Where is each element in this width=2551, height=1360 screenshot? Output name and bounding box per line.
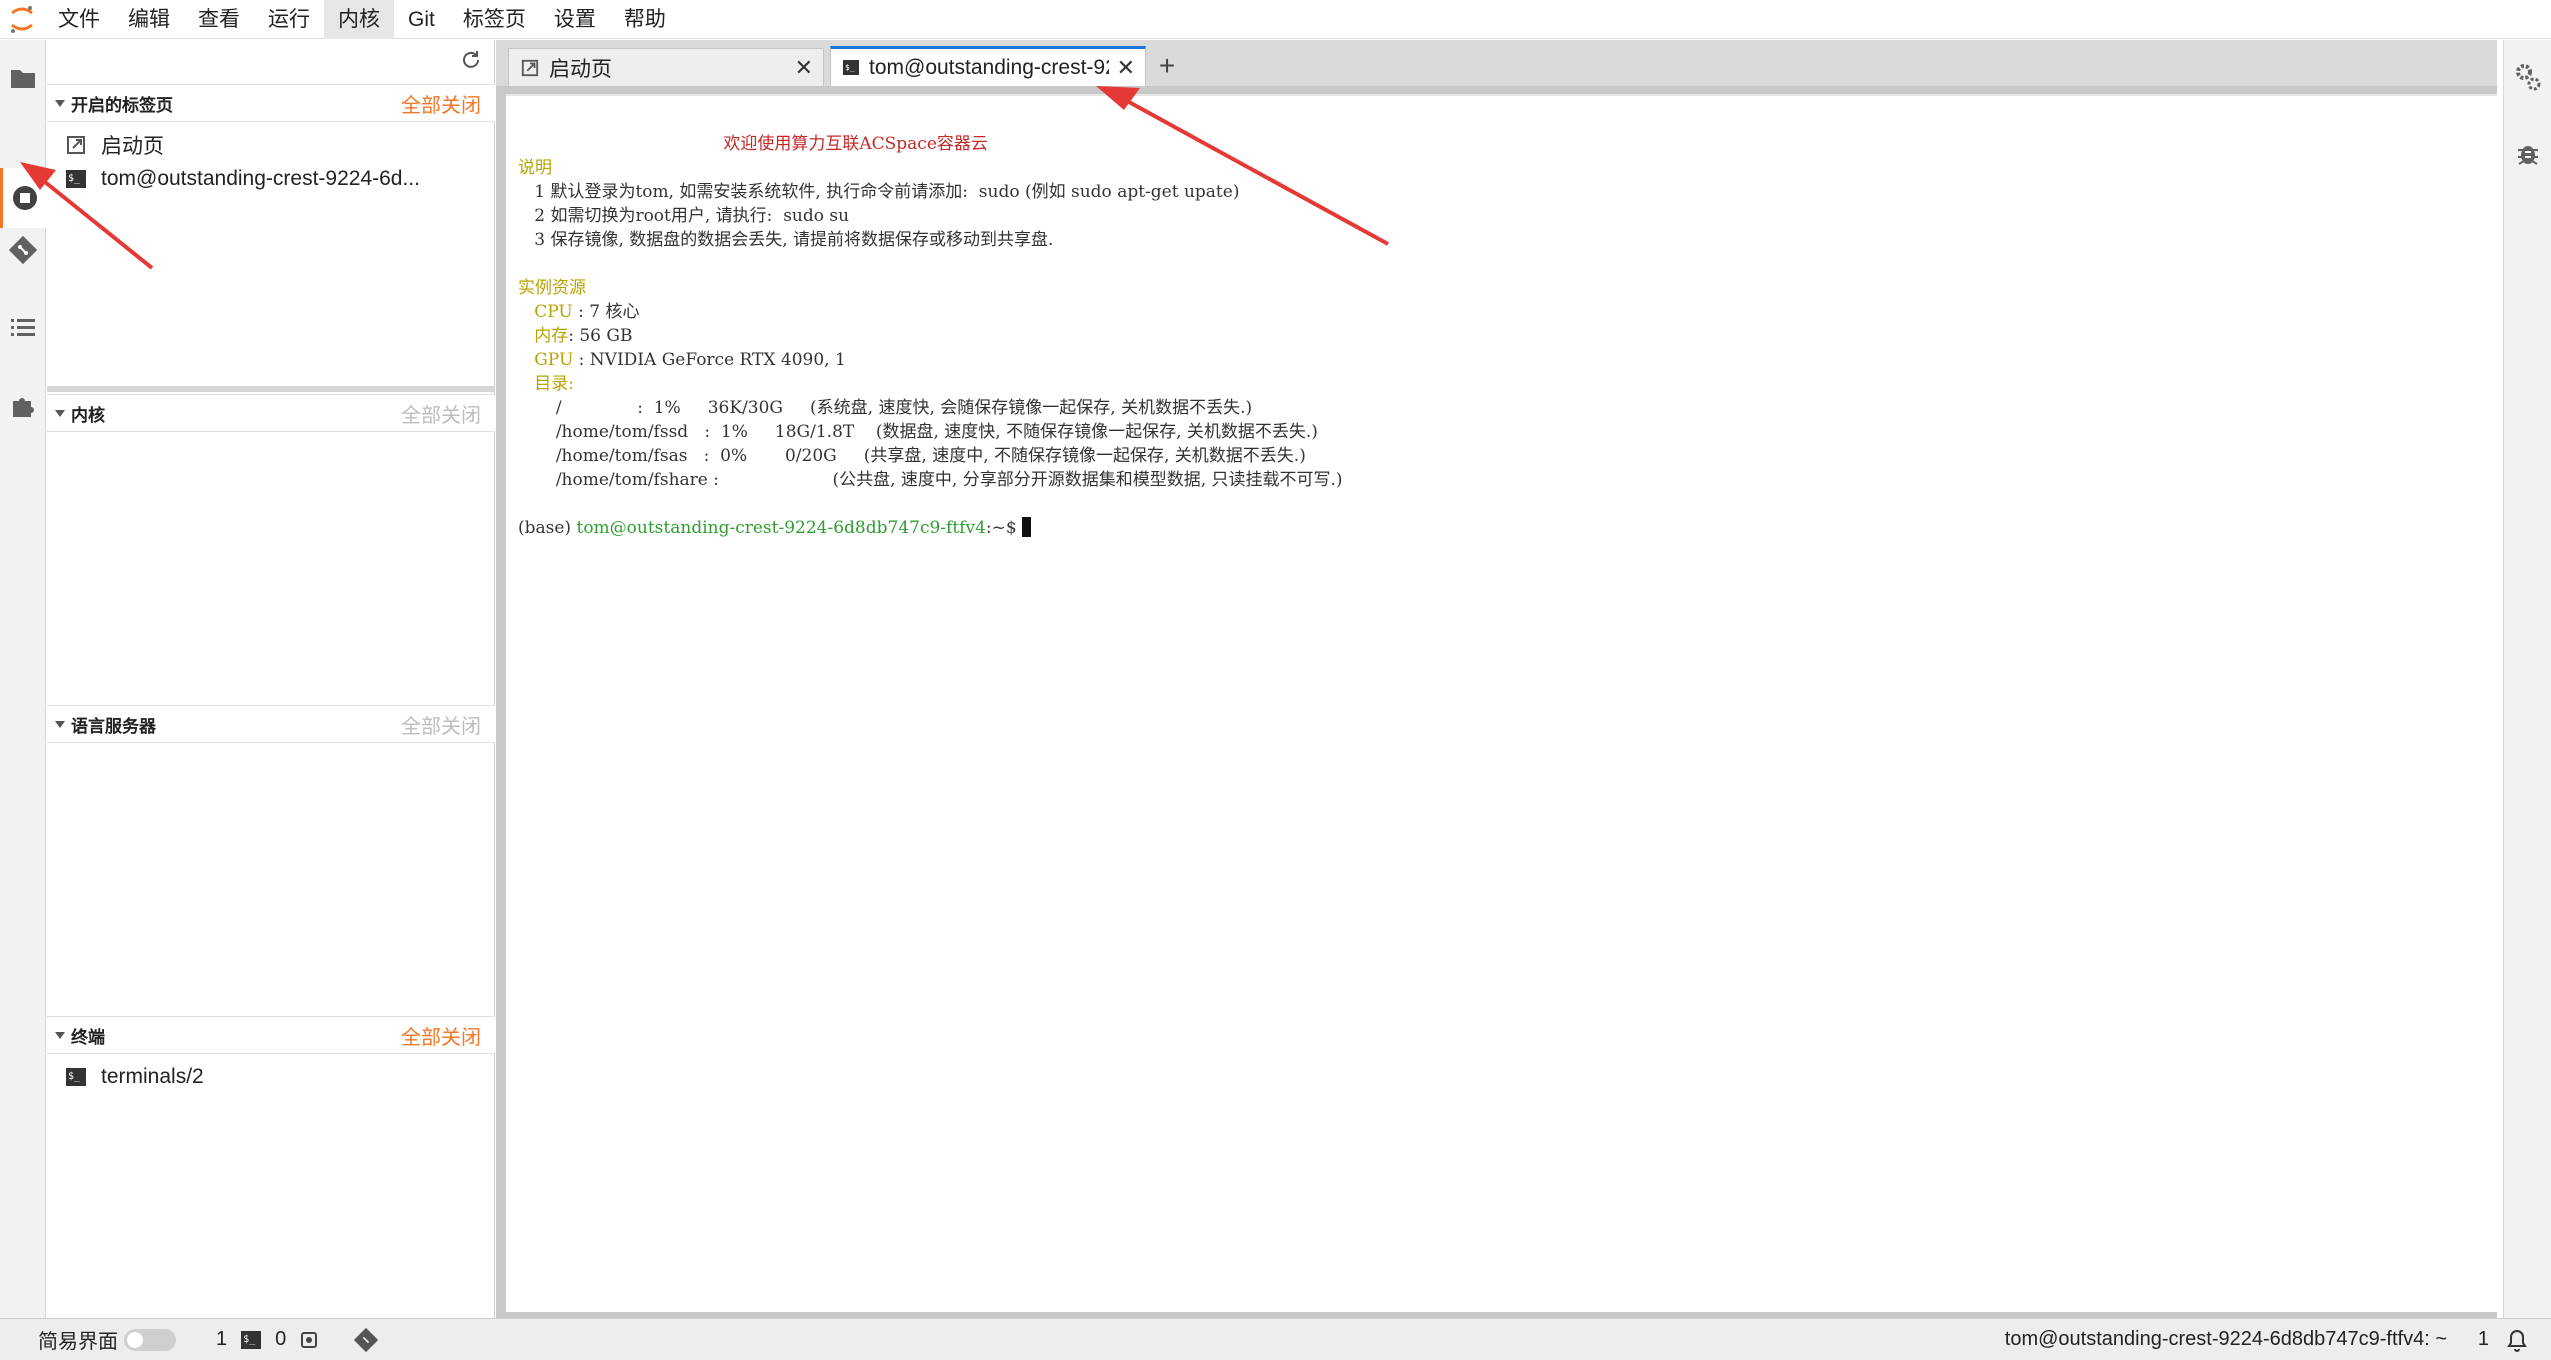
terminal-session-item[interactable]: $_ terminals/2	[47, 1060, 495, 1094]
welcome-line: 欢迎使用算力互联ACSpace容器云	[723, 134, 988, 154]
tab-label: 启动页	[549, 57, 612, 81]
folder-icon[interactable]	[0, 48, 46, 108]
close-icon[interactable]: ✕	[795, 55, 813, 81]
tab-terminal[interactable]: $_ tom@outstanding-crest-9224-6d8db747c9…	[830, 46, 1146, 86]
section-terminals[interactable]: 终端 全部关闭	[47, 1016, 495, 1054]
status-bar: 简易界面 1 $_ 0 tom@outstanding-crest-9224-6…	[0, 1318, 2551, 1360]
terminal-icon: $_	[65, 1066, 87, 1088]
section-open-tabs[interactable]: 开启的标签页 全部关闭	[47, 84, 495, 122]
prompt-env: (base)	[518, 518, 577, 538]
refresh-icon[interactable]	[460, 49, 482, 76]
notes-header: 说明	[518, 158, 552, 178]
terminal-icon: $_	[241, 1330, 262, 1349]
chevron-down-icon	[55, 99, 65, 107]
directory-line: /home/tom/fsas : 0% 0/20G (共享盘, 速度中, 不随保…	[555, 446, 1306, 466]
section-title: 开启的标签页	[71, 95, 173, 115]
table-of-contents-icon[interactable]	[0, 298, 46, 358]
extension-puzzle-icon[interactable]	[0, 376, 46, 436]
chevron-down-icon	[55, 1031, 65, 1039]
menu-file[interactable]: 文件	[44, 0, 114, 39]
tab-launcher[interactable]: 启动页 ✕	[508, 48, 824, 86]
section-kernels[interactable]: 内核 全部关闭	[47, 394, 495, 432]
memory-value: : 56 GB	[568, 326, 633, 346]
cpu-label: CPU	[534, 302, 573, 322]
directory-line: /home/tom/fssd : 1% 18G/1.8T (数据盘, 速度快, …	[555, 422, 1318, 442]
close-icon[interactable]: ✕	[1117, 55, 1135, 81]
git-icon[interactable]	[354, 1327, 379, 1352]
resources-header: 实例资源	[518, 278, 586, 298]
list-item-label: terminals/2	[101, 1065, 204, 1088]
activity-bar	[0, 40, 46, 1318]
section-splitter[interactable]	[47, 386, 495, 392]
prompt-user: tom@outstanding-crest-9224-6d8db747c9-ft…	[576, 518, 986, 538]
git-icon[interactable]	[0, 220, 46, 280]
section-title: 内核	[71, 405, 105, 425]
tab-label: tom@outstanding-crest-9224-6d8db747c9-ft…	[869, 55, 1109, 79]
chevron-down-icon	[55, 409, 65, 417]
open-tab-item-terminal[interactable]: $_ tom@outstanding-crest-9224-6d...	[47, 162, 495, 196]
panel-toolbar	[47, 40, 494, 84]
note-line: 1 默认登录为tom, 如需安装系统软件, 执行命令前请添加: sudo (例如…	[534, 182, 1240, 202]
terminal-icon: $_	[65, 168, 87, 190]
chevron-down-icon	[55, 720, 65, 728]
tab-bar: 启动页 ✕ $_ tom@outstanding-crest-9224-6d8d…	[496, 40, 2497, 86]
menu-run[interactable]: 运行	[254, 0, 324, 39]
prompt-tail: :~$	[985, 518, 1023, 538]
menu-kernel[interactable]: 内核	[324, 0, 394, 39]
menu-tabs[interactable]: 标签页	[449, 0, 540, 39]
jupyter-logo-icon[interactable]	[0, 0, 44, 39]
gpu-label: GPU	[534, 350, 574, 370]
debugger-bug-icon[interactable]	[2516, 140, 2540, 171]
terminal-count[interactable]: 0	[275, 1328, 286, 1351]
cpu-value: : 7 核心	[572, 302, 640, 322]
note-line: 3 保存镜像, 数据盘的数据会丢失, 请提前将数据保存或移动到共享盘.	[534, 230, 1054, 250]
close-all-language-servers-button[interactable]: 全部关闭	[401, 710, 481, 739]
menu-git[interactable]: Git	[394, 0, 449, 39]
note-line: 2 如需切换为root用户, 请执行: sudo su	[534, 206, 850, 226]
terminal-cursor	[1022, 517, 1032, 537]
current-session-path: tom@outstanding-crest-9224-6d8db747c9-ft…	[2004, 1328, 2447, 1350]
simple-mode-toggle[interactable]	[124, 1328, 176, 1351]
list-item-label: 启动页	[101, 135, 164, 158]
kernel-gear-icon[interactable]	[298, 1329, 320, 1351]
directory-line: / : 1% 36K/30G (系统盘, 速度快, 会随保存镜像一起保存, 关机…	[555, 398, 1253, 418]
property-inspector-gears-icon[interactable]	[2514, 62, 2542, 97]
menu-settings[interactable]: 设置	[540, 0, 610, 39]
memory-label: 内存	[534, 326, 569, 346]
menubar: 文件 编辑 查看 运行 内核 Git 标签页 设置 帮助	[0, 0, 2551, 39]
menu-help[interactable]: 帮助	[610, 0, 680, 39]
directory-line: /home/tom/fshare : (公共盘, 速度中, 分享部分开源数据集和…	[555, 470, 1343, 490]
close-all-terminals-button[interactable]: 全部关闭	[401, 1021, 481, 1050]
section-title: 语言服务器	[71, 716, 156, 736]
terminal-output: 欢迎使用算力互联ACSpace容器云 说明 1 默认登录为tom, 如需安装系统…	[518, 132, 1343, 540]
close-all-kernels-button[interactable]: 全部关闭	[401, 399, 481, 428]
list-item-label: tom@outstanding-crest-9224-6d...	[101, 167, 420, 190]
bell-icon[interactable]	[2505, 1327, 2529, 1353]
main-dock-area: 启动页 ✕ $_ tom@outstanding-crest-9224-6d8d…	[496, 40, 2497, 1318]
close-all-tabs-button[interactable]: 全部关闭	[401, 89, 481, 118]
menu-view[interactable]: 查看	[184, 0, 254, 39]
gpu-value: : NVIDIA GeForce RTX 4090, 1	[573, 350, 846, 370]
section-title: 终端	[71, 1027, 105, 1047]
right-sidebar	[2503, 40, 2551, 1318]
open-tab-item-launcher[interactable]: 启动页	[47, 128, 495, 162]
simple-mode-label: 简易界面	[38, 1331, 118, 1353]
launcher-icon	[521, 59, 539, 77]
section-language-servers[interactable]: 语言服务器 全部关闭	[47, 705, 495, 743]
terminal-icon: $_	[843, 60, 859, 75]
kernel-count[interactable]: 1	[216, 1328, 227, 1351]
running-sessions-icon[interactable]	[0, 168, 46, 228]
launcher-icon	[65, 134, 87, 156]
running-sessions-panel: 开启的标签页 全部关闭 启动页 $_ tom@outstanding-crest…	[47, 40, 495, 1318]
add-tab-button[interactable]: +	[1150, 50, 1184, 84]
directory-label: 目录:	[534, 374, 574, 394]
notification-count[interactable]: 1	[2478, 1328, 2489, 1351]
terminal-view[interactable]: 欢迎使用算力互联ACSpace容器云 说明 1 默认登录为tom, 如需安装系统…	[506, 94, 2497, 1312]
menu-edit[interactable]: 编辑	[114, 0, 184, 39]
